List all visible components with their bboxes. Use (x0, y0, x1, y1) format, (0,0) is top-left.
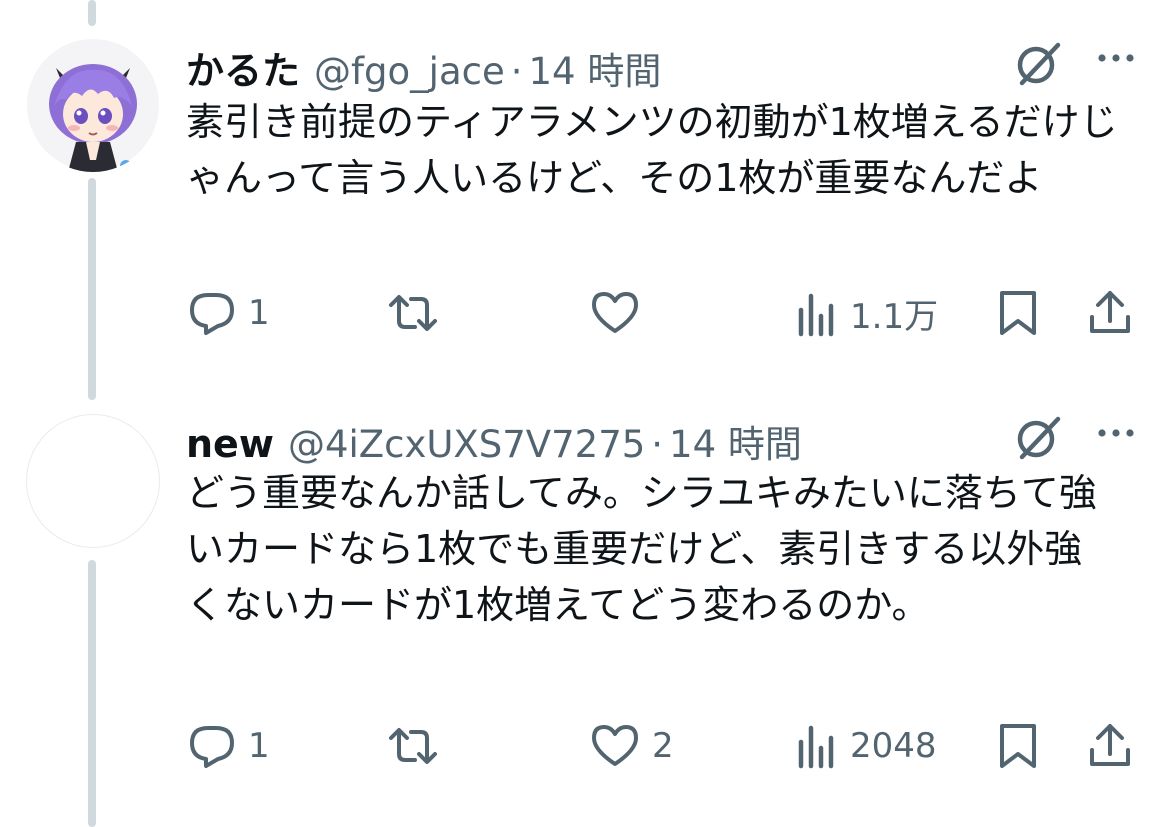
bookmark-button[interactable] (996, 289, 1040, 337)
share-icon (1090, 291, 1130, 333)
share-button[interactable] (1086, 720, 1134, 770)
thread-line-top (88, 0, 96, 26)
grok-icon[interactable] (1012, 35, 1066, 89)
thread-line-bottom (88, 560, 96, 827)
user-handle[interactable]: @4iZcxUXS7V7275 (288, 423, 645, 466)
reply-button[interactable]: 1 (188, 289, 270, 337)
share-icon (1090, 724, 1130, 766)
avatar[interactable] (26, 414, 160, 548)
reply-icon (190, 293, 234, 335)
separator-dot: · (651, 423, 664, 466)
views-button[interactable]: 2048 (796, 722, 937, 770)
action-bar: 1 1.1万 (0, 283, 1170, 343)
views-count: 2048 (850, 726, 937, 766)
like-button[interactable]: 2 (590, 722, 674, 770)
reply-button[interactable]: 1 (188, 722, 270, 770)
timestamp[interactable]: 14 時間 (669, 414, 802, 468)
timestamp[interactable]: 14 時間 (529, 41, 662, 95)
retweet-button[interactable] (385, 722, 453, 770)
display-name[interactable]: new (186, 422, 274, 466)
share-button[interactable] (1086, 287, 1134, 337)
retweet-icon (389, 295, 437, 331)
tweet-text: どう重要なんか話してみ。シラユキみたいに落ちて強いカードなら1枚でも重要だけど、… (186, 471, 1097, 627)
retweet-icon (389, 728, 437, 764)
tweet-header: かるた @fgo_jace · 14 時間 (186, 40, 661, 95)
reply-count: 1 (248, 293, 270, 333)
bookmark-icon (1000, 291, 1036, 335)
tweet-text: 素引き前提のティアラメンツの初動が1枚増えるだけじゃんって言う人いるけど、その1… (186, 100, 1118, 200)
anime-girl-avatar-icon (27, 39, 159, 172)
views-count: 1.1万 (850, 297, 939, 337)
grok-icon[interactable] (1012, 409, 1066, 463)
tweet-header: new @4iZcxUXS7V7275 · 14 時間 (186, 414, 802, 468)
bookmark-icon (1000, 724, 1036, 768)
views-icon (798, 725, 834, 769)
user-handle[interactable]: @fgo_jace (314, 50, 505, 93)
avatar[interactable] (26, 38, 160, 172)
bookmark-button[interactable] (996, 722, 1040, 770)
views-icon (798, 293, 834, 336)
display-name[interactable]: かるた (186, 40, 300, 95)
views-button[interactable]: 1.1万 (796, 289, 938, 338)
like-icon (592, 725, 638, 766)
like-count: 2 (652, 726, 674, 766)
separator-dot: · (510, 50, 523, 93)
like-button[interactable] (590, 289, 652, 337)
blank-avatar-icon (27, 415, 157, 545)
more-icon[interactable] (1092, 423, 1140, 443)
reply-icon (190, 726, 234, 768)
retweet-button[interactable] (385, 289, 453, 337)
more-icon[interactable] (1092, 48, 1140, 68)
action-bar: 1 2 2048 (0, 716, 1170, 776)
reply-count: 1 (248, 726, 270, 766)
like-icon (592, 292, 638, 333)
